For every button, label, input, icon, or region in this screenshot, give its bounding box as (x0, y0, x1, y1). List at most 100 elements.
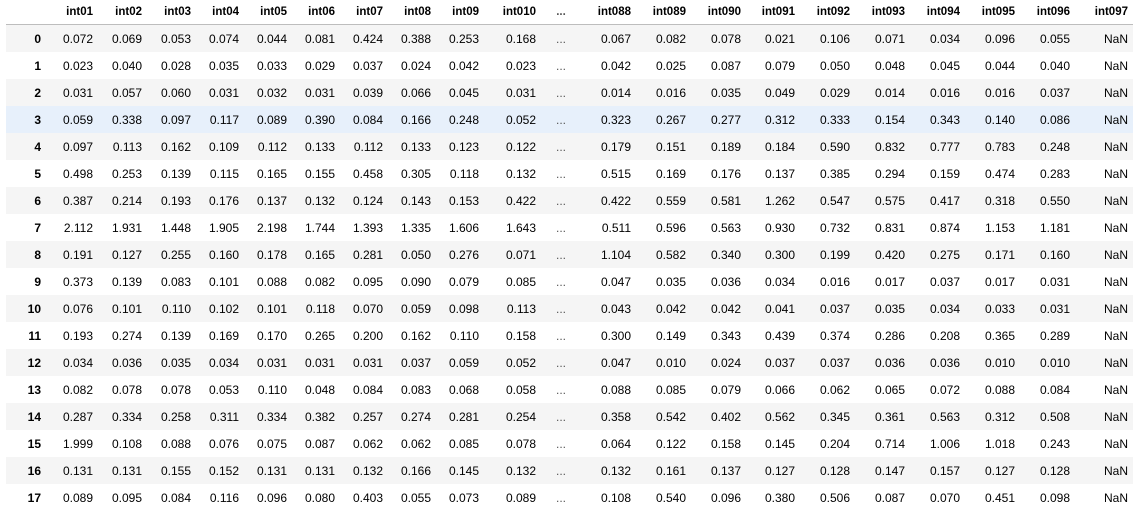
table-cell: 0.082 (304, 274, 335, 289)
table-cell: 0.277 (710, 112, 741, 127)
table-row[interactable]: 8 0.191 0.127 0.255 0.160 0.178 0.165 0.281 0.05… (6, 241, 1133, 268)
table-cell: 0.575 (874, 193, 905, 208)
table-cell: 0.153 (448, 193, 479, 208)
ellipsis-cell: ... (555, 463, 566, 478)
table-row[interactable]: 12 0.034 0.036 0.035 0.034 0.031 0.031 0.031 0.0… (6, 349, 1133, 376)
table-cell: 0.122 (655, 436, 686, 451)
table-cell: 0.358 (600, 409, 631, 424)
table-cell: 0.084 (1039, 382, 1070, 397)
table-row[interactable]: 2 0.031 0.057 0.060 0.031 0.032 0.031 0.039 0.06… (6, 79, 1133, 106)
table-cell: 0.024 (400, 58, 431, 73)
table-cell: 0.243 (1039, 436, 1070, 451)
table-row[interactable]: 3 0.059 0.338 0.097 0.117 0.089 0.390 0.084 0.16… (6, 106, 1133, 133)
table-cell: 0.131 (111, 463, 142, 478)
table-cell: 0.118 (449, 166, 479, 181)
ellipsis-cell: ... (555, 409, 566, 424)
table-cell: 0.305 (400, 166, 431, 181)
table-cell: 0.143 (400, 193, 431, 208)
table-cell: 0.137 (256, 193, 287, 208)
row-index: 9 (34, 274, 41, 289)
table-cell: 0.033 (256, 58, 287, 73)
table-cell: 0.035 (208, 58, 239, 73)
table-row[interactable]: 17 0.089 0.095 0.084 0.116 0.096 0.080 0.403 0.0… (6, 484, 1133, 511)
table-cell: 0.131 (304, 463, 335, 478)
table-row[interactable]: 11 0.193 0.274 0.139 0.169 0.170 0.265 0.200 0.1… (6, 322, 1133, 349)
column-header: int092 (800, 0, 855, 25)
table-cell: 0.047 (600, 355, 631, 370)
table-cell: 0.132 (304, 193, 335, 208)
table-cell: 0.031 (352, 355, 383, 370)
table-cell: 0.160 (1039, 247, 1070, 262)
table-cell: 0.108 (600, 490, 631, 505)
table-cell: 0.086 (1039, 112, 1070, 127)
table-cell: 0.374 (819, 328, 850, 343)
column-header: int097 (1075, 0, 1133, 25)
row-index: 11 (28, 328, 41, 343)
table-cell: 0.071 (505, 247, 536, 262)
ellipsis-cell: ... (555, 31, 566, 46)
table-row[interactable]: 4 0.097 0.113 0.162 0.109 0.112 0.133 0.112 0.13… (6, 133, 1133, 160)
table-cell: 0.311 (209, 409, 239, 424)
table-cell: 0.193 (62, 328, 93, 343)
table-cell: 0.036 (874, 355, 905, 370)
table-cell: 0.343 (710, 328, 741, 343)
table-cell: 0.042 (600, 58, 631, 73)
table-cell: 0.253 (448, 31, 479, 46)
table-cell: 0.128 (819, 463, 850, 478)
table-cell: 0.101 (256, 301, 287, 316)
table-cell: 0.387 (62, 193, 93, 208)
table-cell: 0.159 (929, 166, 960, 181)
table-cell: 0.318 (984, 193, 1015, 208)
table-row[interactable]: 10 0.076 0.101 0.110 0.102 0.101 0.118 0.070 0.0… (6, 295, 1133, 322)
table-cell: NaN (1103, 328, 1128, 343)
table-cell: 0.214 (111, 193, 142, 208)
table-row[interactable]: 9 0.373 0.139 0.083 0.101 0.088 0.082 0.095 0.09… (6, 268, 1133, 295)
table-cell: 0.294 (874, 166, 905, 181)
table-cell: 0.070 (352, 301, 383, 316)
table-cell: 0.334 (256, 409, 287, 424)
table-cell: 0.042 (448, 58, 479, 73)
table-cell: 1.744 (304, 220, 335, 235)
table-cell: 0.343 (929, 112, 960, 127)
table-cell: 0.112 (257, 139, 287, 154)
table-cell: 0.023 (62, 58, 93, 73)
table-cell: 0.176 (208, 193, 239, 208)
ellipsis-cell: ... (555, 247, 566, 262)
table-cell: 0.116 (209, 490, 239, 505)
table-cell: 0.581 (710, 193, 741, 208)
table-cell: 0.115 (209, 166, 239, 181)
table-cell: 0.059 (448, 355, 479, 370)
table-cell: 0.050 (400, 247, 431, 262)
row-index: 2 (34, 85, 41, 100)
table-cell: 0.140 (984, 112, 1015, 127)
table-cell: 0.547 (819, 193, 850, 208)
table-cell: 0.039 (352, 85, 383, 100)
table-row[interactable]: 13 0.082 0.078 0.078 0.053 0.110 0.048 0.084 0.0… (6, 376, 1133, 403)
table-cell: NaN (1103, 112, 1128, 127)
table-cell: 0.540 (655, 490, 686, 505)
table-cell: 0.052 (505, 355, 536, 370)
table-row[interactable]: 6 0.387 0.214 0.193 0.176 0.137 0.132 0.124 0.14… (6, 187, 1133, 214)
table-cell: 0.045 (448, 85, 479, 100)
table-cell: 0.095 (111, 490, 142, 505)
table-cell: 0.082 (655, 31, 686, 46)
table-cell: 0.137 (710, 463, 741, 478)
table-cell: 0.133 (400, 139, 431, 154)
table-row[interactable]: 7 2.112 1.931 1.448 1.905 2.198 1.744 1.393 1.33… (6, 214, 1133, 241)
table-row[interactable]: 1 0.023 0.040 0.028 0.035 0.033 0.029 0.037 0.02… (6, 52, 1133, 79)
table-row[interactable]: 15 1.999 0.108 0.088 0.076 0.075 0.087 0.062 0.0… (6, 430, 1133, 457)
ellipsis-cell: ... (555, 220, 566, 235)
table-row[interactable]: 16 0.131 0.131 0.155 0.152 0.131 0.131 0.132 0.1… (6, 457, 1133, 484)
table-row[interactable]: 14 0.287 0.334 0.258 0.311 0.334 0.382 0.257 0.2… (6, 403, 1133, 430)
table-cell: 0.149 (655, 328, 686, 343)
table-cell: 0.168 (505, 31, 536, 46)
table-cell: 0.189 (710, 139, 741, 154)
table-cell: 0.048 (874, 58, 905, 73)
table-row[interactable]: 0 0.072 0.069 0.053 0.074 0.044 0.081 0.424 0.38… (6, 24, 1133, 52)
row-index: 16 (27, 463, 41, 478)
table-cell: 0.200 (352, 328, 383, 343)
table-cell: 0.458 (352, 166, 383, 181)
table-row[interactable]: 5 0.498 0.253 0.139 0.115 0.165 0.155 0.458 0.30… (6, 160, 1133, 187)
table-cell: 0.166 (400, 112, 431, 127)
table-cell: 0.074 (208, 31, 239, 46)
